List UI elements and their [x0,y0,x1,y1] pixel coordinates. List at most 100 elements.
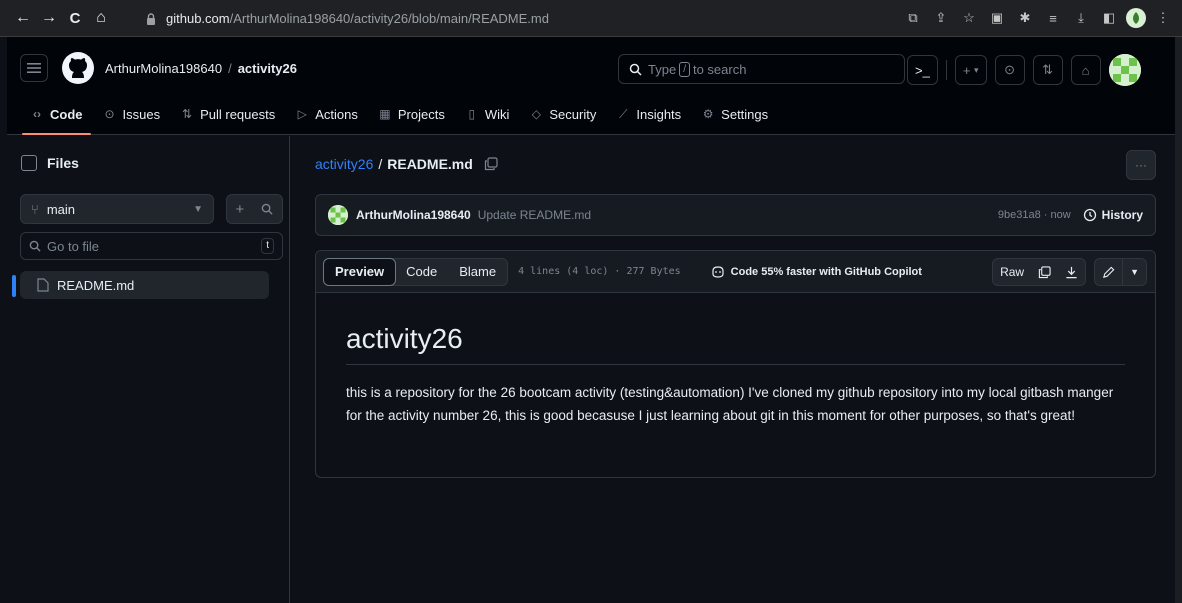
share-icon[interactable]: ⇪ [930,7,952,29]
address-bar[interactable]: github.com/ArthurMolina198640/activity26… [140,6,1025,31]
issues-button[interactable]: ⊙ [994,55,1025,85]
tab-label: Settings [721,106,769,122]
active-file-marker [12,275,16,297]
copilot-text: Code 55% faster with GitHub Copilot [730,265,922,278]
chevron-down-icon[interactable]: ▼ [1122,259,1146,285]
commit-hash-time[interactable]: 9be31a8 · now [998,209,1071,221]
pull-requests-button[interactable]: ⇅ [1032,55,1063,85]
tab-issues[interactable]: ⊙ Issues [95,99,169,129]
commit-author[interactable]: ArthurMolina198640 [356,208,471,222]
tab-label: Projects [397,106,445,122]
more-options-button[interactable]: ··· [1126,150,1156,180]
history-label: History [1101,208,1143,222]
branch-name: main [46,201,75,217]
menu-icon[interactable] [20,54,48,82]
owner-link[interactable]: ArthurMolina198640 [105,61,222,76]
file-breadcrumb: activity26 / README.md [315,156,498,172]
tab-code[interactable]: ‹› Code [22,99,91,135]
shortcut-key: t [261,238,274,254]
tab-actions[interactable]: ▷ Actions [287,99,366,129]
back-button[interactable]: ← [10,5,36,31]
tab-pull-requests[interactable]: ⇅ Pull requests [172,99,283,129]
side-panel-icon[interactable]: ◧ [1098,7,1120,29]
file-content-box: Preview Code Blame 4 lines (4 loc) · 277… [315,250,1156,478]
tab-security[interactable]: ◇ Security [521,99,604,129]
bookmark-star-icon[interactable]: ☆ [958,7,980,29]
sidebar-title: Files [47,155,79,171]
repo-root-link[interactable]: activity26 [315,156,373,172]
url-host: github.com [166,11,230,26]
readme-heading: activity26 [346,323,1125,365]
browser-menu-icon[interactable]: ⋮ [1152,7,1174,29]
issue-icon: ⊙ [1004,62,1016,77]
search-icon[interactable] [261,203,273,215]
pull-request-icon: ⇅ [1042,62,1054,77]
github-logo-icon[interactable] [62,52,94,84]
create-new-button[interactable]: + ▾ [954,55,987,85]
go-to-file-placeholder: Go to file [47,238,100,254]
history-icon [1083,208,1096,222]
copy-path-icon[interactable] [484,157,498,171]
raw-button[interactable]: Raw [993,265,1031,279]
inbox-button[interactable]: ⌂ [1070,55,1101,85]
puzzle-icon[interactable]: ✱ [1014,7,1036,29]
file-tree-item[interactable]: README.md [20,271,269,299]
repo-breadcrumb: ArthurMolina198640 / activity26 [105,61,297,76]
chevron-down-icon: ▾ [974,64,979,75]
history-button[interactable]: History [1083,208,1143,222]
search-icon [29,240,41,252]
extension-icon[interactable]: ▣ [986,7,1008,29]
tab-projects[interactable]: ▦ Projects [370,99,453,129]
latest-commit-bar: ArthurMolina198640 Update README.md 9be3… [315,194,1156,236]
graph-icon: ⟋ [619,106,628,121]
branch-selector[interactable]: ⑂ main ▼ [20,194,214,224]
raw-copy-download-group: Raw [992,258,1087,286]
collapse-sidebar-icon[interactable] [21,155,37,171]
copilot-promo[interactable]: Code 55% faster with GitHub Copilot [711,265,922,278]
tab-label: Security [549,106,597,122]
code-tab[interactable]: Code [395,259,448,285]
search-input[interactable]: Type / to search [618,54,905,84]
download-icon[interactable]: ⤓ [1070,7,1092,29]
branch-icon: ⑂ [31,201,39,217]
reading-list-icon[interactable]: ≡ [1042,7,1064,29]
user-avatar[interactable] [1108,54,1141,86]
edit-group: ▼ [1094,258,1147,286]
edit-pencil-icon[interactable] [1095,266,1122,279]
preview-tab[interactable]: Preview [323,257,397,286]
code-icon: ‹› [33,107,41,121]
download-icon[interactable] [1058,266,1085,279]
tab-insights[interactable]: ⟋ Insights [608,99,689,129]
add-file-icon[interactable]: + [236,201,245,218]
breadcrumb-separator: / [228,61,232,76]
page-scrollbar[interactable] [1175,37,1182,603]
tab-wiki[interactable]: ▯ Wiki [457,99,518,129]
github-header: ArthurMolina198640 / activity26 Type / t… [7,37,1175,135]
table-icon: ▦ [379,107,391,121]
copilot-icon [712,266,724,278]
repo-link[interactable]: activity26 [238,61,297,76]
install-app-icon[interactable]: ⧉ [902,7,924,29]
reload-button[interactable]: C [62,5,88,31]
commit-author-avatar[interactable] [328,205,348,225]
copy-raw-icon[interactable] [1031,265,1058,279]
book-icon: ▯ [468,107,476,121]
browser-toolbar: ← → C ⌂ github.com/ArthurMolina198640/ac… [0,0,1182,37]
file-icon [37,278,49,292]
inbox-icon: ⌂ [1081,62,1090,78]
commit-message[interactable]: Update README.md [478,208,591,222]
pull-request-icon: ⇅ [182,107,193,121]
forward-button[interactable]: → [36,5,62,31]
tab-settings[interactable]: ⚙ Settings [693,99,776,129]
gear-icon: ⚙ [702,107,714,121]
blame-tab[interactable]: Blame [448,259,507,285]
lock-icon [144,12,158,26]
profile-avatar-icon[interactable] [1126,8,1146,28]
breadcrumb-separator: / [378,156,383,172]
search-placeholder-prefix: Type [648,61,677,77]
command-palette-button[interactable]: >_ [907,55,938,85]
home-button[interactable]: ⌂ [88,5,114,31]
file-tree-sidebar: Files ⑂ main ▼ + Go to file t README.md [7,136,290,603]
play-icon: ▷ [297,107,307,121]
go-to-file-input[interactable]: Go to file t [20,232,283,260]
